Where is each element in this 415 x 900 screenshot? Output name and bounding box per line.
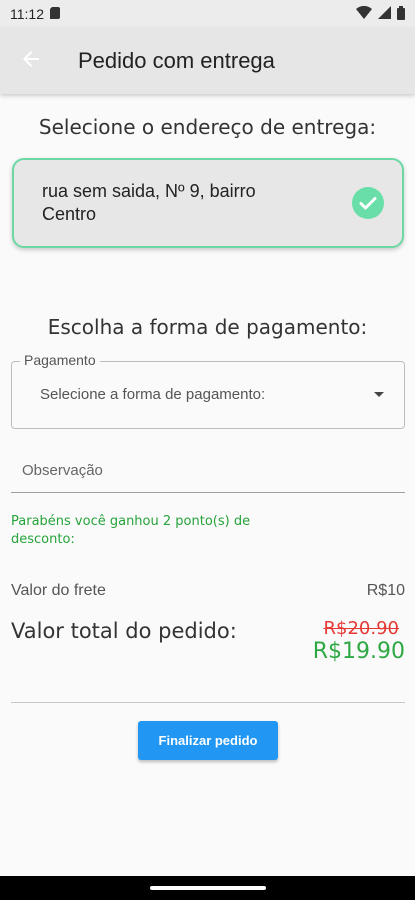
battery-icon [397, 5, 405, 23]
freight-label: Valor do frete [11, 582, 106, 599]
observation-field[interactable] [11, 448, 405, 493]
freight-value: R$10 [366, 582, 405, 599]
signal-icon [378, 6, 391, 22]
payment-method-select[interactable]: Pagamento Selecione a forma de pagamento… [11, 352, 405, 429]
arrow-back-icon [21, 49, 41, 74]
status-time: 11:12 [10, 6, 44, 22]
page-title: Pedido com entrega [78, 48, 275, 73]
system-nav-bar [0, 876, 415, 900]
finish-order-button[interactable]: Finalizar pedido [138, 721, 278, 760]
home-gesture-handle[interactable] [150, 886, 266, 890]
back-button[interactable] [0, 28, 62, 94]
status-bar: 11:12 [0, 0, 415, 28]
promo-message: Parabéns você ganhou 2 ponto(s) de desco… [11, 514, 251, 547]
payment-field-label: Pagamento [20, 352, 100, 368]
sd-card-icon [50, 6, 60, 22]
total-label: Valor total do pedido: [11, 619, 237, 643]
divider [11, 702, 405, 703]
address-card-selected[interactable]: rua sem saida, Nº 9, bairro Centro [12, 158, 404, 248]
status-icons [356, 5, 405, 23]
check-circle-icon [352, 187, 384, 219]
wifi-icon [356, 5, 372, 22]
new-total-price: R$19.90 [312, 639, 405, 664]
old-total-price: R$20.90 [323, 618, 400, 639]
address-text: rua sem saida, Nº 9, bairro Centro [42, 181, 256, 224]
app-bar: Pedido com entrega [0, 28, 415, 94]
payment-section-title: Escolha a forma de pagamento: [47, 315, 368, 339]
payment-select-value: Selecione a forma de pagamento: [40, 386, 266, 403]
observation-input[interactable] [11, 448, 405, 492]
address-section-title: Selecione o endereço de entrega: [38, 115, 377, 139]
dropdown-arrow-icon [374, 392, 384, 397]
